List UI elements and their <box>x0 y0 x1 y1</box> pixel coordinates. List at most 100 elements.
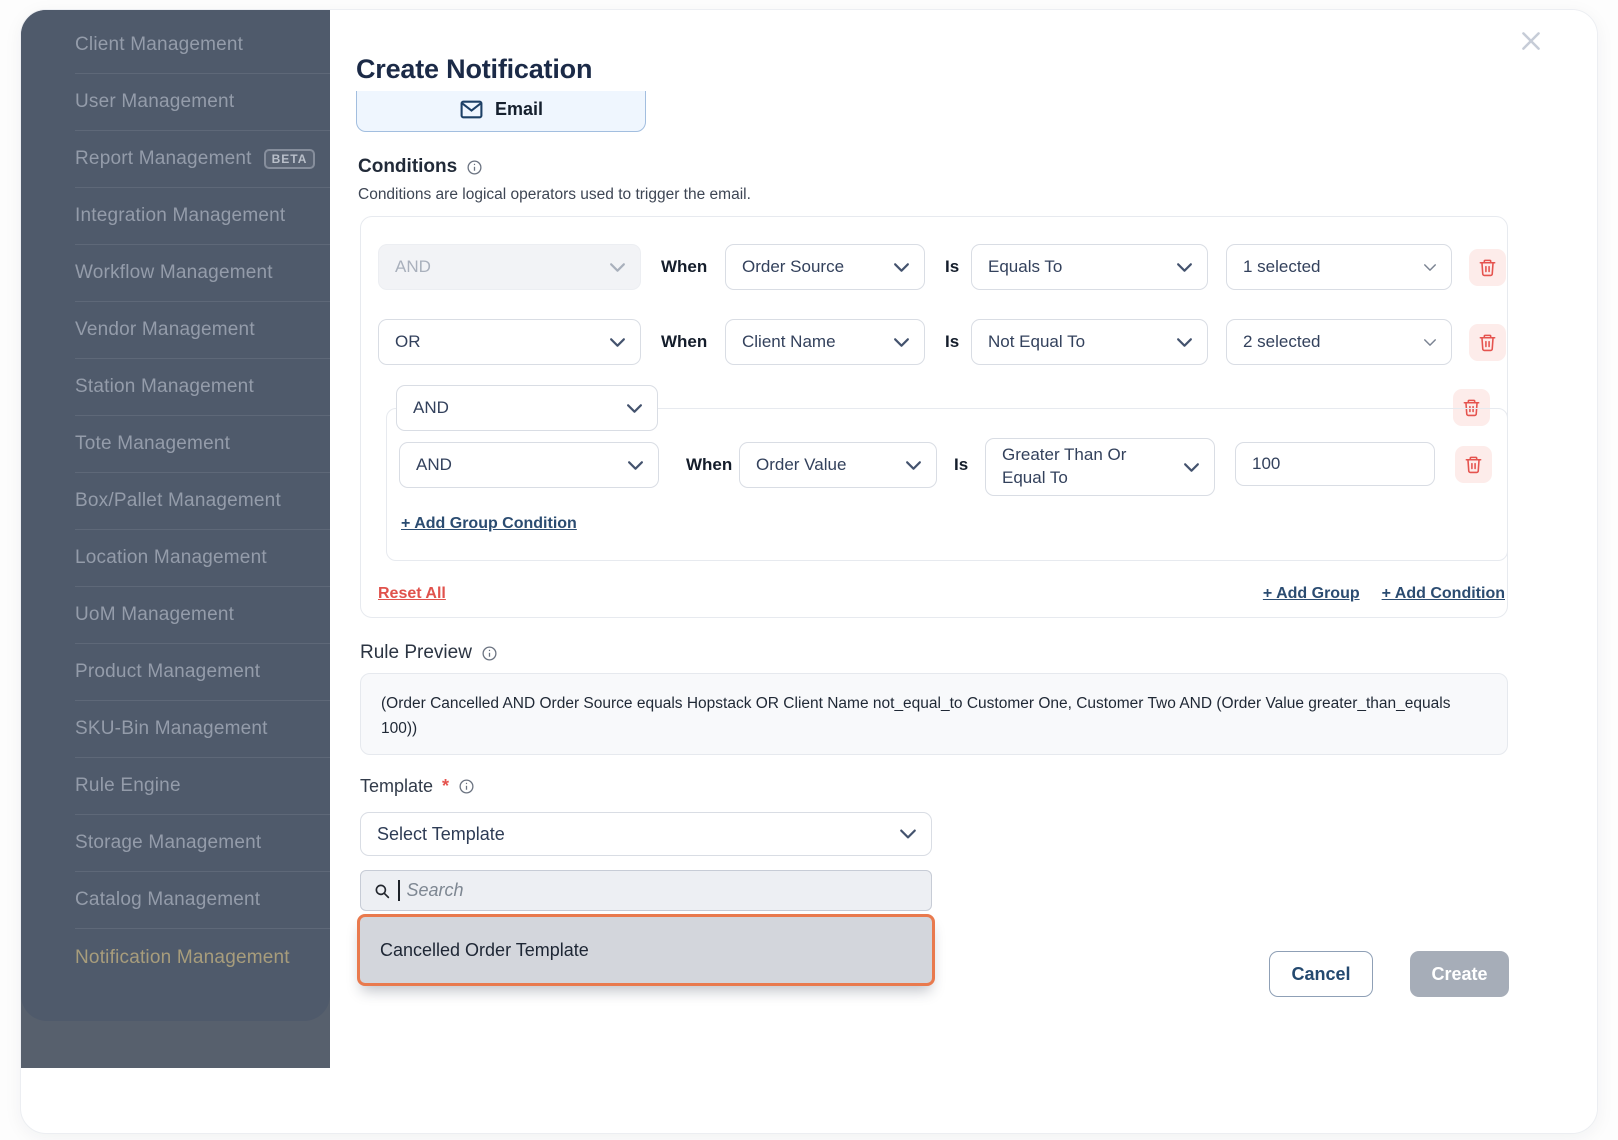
email-channel-button[interactable]: Email <box>356 91 646 132</box>
sidebar-item-storage-management[interactable]: Storage Management <box>75 815 330 872</box>
envelope-icon <box>459 97 484 122</box>
rule-preview-text: (Order Cancelled AND Order Source equals… <box>360 673 1508 755</box>
close-icon[interactable] <box>1516 26 1546 56</box>
template-label: Template * <box>360 776 475 797</box>
when-label: When <box>661 257 708 276</box>
logic-operator-select[interactable]: AND <box>378 244 641 290</box>
chevron-down-icon <box>905 460 922 471</box>
sidebar-item-rule-engine[interactable]: Rule Engine <box>75 758 330 815</box>
create-button[interactable]: Create <box>1410 951 1509 997</box>
sidebar-item-box-pallet-management[interactable]: Box/Pallet Management <box>75 473 330 530</box>
sidebar: Client Management User Management Report… <box>21 10 330 1021</box>
template-select-value: Select Template <box>377 823 505 844</box>
comparator-value: Equals To <box>988 257 1063 276</box>
conditions-description: Conditions are logical operators used to… <box>358 186 751 203</box>
sidebar-item-label: Workflow Management <box>75 262 273 283</box>
info-icon <box>459 779 474 794</box>
sidebar-item-user-management[interactable]: User Management <box>75 74 330 131</box>
sidebar-item-vendor-management[interactable]: Vendor Management <box>75 302 330 359</box>
logic-operator-select[interactable]: OR <box>378 319 641 365</box>
template-select[interactable]: Select Template <box>360 812 932 856</box>
chevron-down-icon <box>893 262 910 273</box>
screenshot-root: Client Management User Management Report… <box>0 0 1618 1140</box>
sidebar-item-integration-management[interactable]: Integration Management <box>75 188 330 245</box>
chevron-down-icon <box>627 460 644 471</box>
sidebar-item-label: Storage Management <box>75 832 262 853</box>
search-icon <box>375 884 390 898</box>
sidebar-item-label: Report Management <box>75 148 252 169</box>
add-group-link[interactable]: + Add Group <box>1263 585 1360 603</box>
sidebar-item-label: Tote Management <box>75 433 231 454</box>
sidebar-item-label: Location Management <box>75 547 267 568</box>
field-value: Order Source <box>742 257 845 276</box>
comparator-select[interactable]: Not Equal To <box>971 319 1208 365</box>
field-select[interactable]: Order Value <box>739 442 937 488</box>
logic-operator-select[interactable]: AND <box>399 442 659 488</box>
rule-preview-label: Rule Preview <box>360 642 498 664</box>
conditions-label-text: Conditions <box>358 156 458 177</box>
info-icon <box>482 645 497 661</box>
sidebar-item-workflow-management[interactable]: Workflow Management <box>75 245 330 302</box>
sidebar-item-label: Rule Engine <box>75 775 181 796</box>
value-text: 1 selected <box>1243 257 1321 276</box>
beta-badge: BETA <box>263 149 316 169</box>
sidebar-item-label: Notification Management <box>75 946 290 968</box>
rule-preview-label-text: Rule Preview <box>360 642 472 663</box>
chevron-down-icon <box>899 828 917 840</box>
conditions-builder: AND When Order Source Is Equals To 1 sel… <box>360 216 1508 618</box>
template-search <box>360 870 932 911</box>
value-input[interactable] <box>1235 442 1435 486</box>
when-label: When <box>661 332 708 351</box>
delete-condition-button[interactable] <box>1469 249 1506 286</box>
value-text: 2 selected <box>1243 332 1321 351</box>
group-operator-value: AND <box>413 398 449 417</box>
chevron-down-icon <box>609 337 626 348</box>
add-condition-link[interactable]: + Add Condition <box>1382 585 1505 603</box>
field-value: Client Name <box>742 332 836 351</box>
delete-condition-button[interactable] <box>1455 446 1492 483</box>
sidebar-item-tote-management[interactable]: Tote Management <box>75 416 330 473</box>
comparator-value: Not Equal To <box>988 332 1086 351</box>
sidebar-item-report-management[interactable]: Report Management BETA <box>75 131 330 188</box>
sidebar-item-label: User Management <box>75 91 235 112</box>
sidebar-item-client-management[interactable]: Client Management <box>75 17 330 74</box>
sidebar-item-notification-management[interactable]: Notification Management <box>75 929 330 986</box>
text-cursor <box>398 880 400 901</box>
comparator-select[interactable]: Greater Than Or Equal To <box>985 438 1215 496</box>
group-logic-operator-select[interactable]: AND <box>396 385 658 431</box>
sidebar-item-product-management[interactable]: Product Management <box>75 644 330 701</box>
required-asterisk: * <box>442 776 450 796</box>
chevron-down-icon <box>893 337 910 348</box>
sidebar-item-uom-management[interactable]: UoM Management <box>75 587 330 644</box>
logic-operator-value: AND <box>395 257 431 276</box>
is-label: Is <box>945 257 960 276</box>
delete-condition-button[interactable] <box>1469 324 1506 361</box>
template-option-cancelled-order[interactable]: Cancelled Order Template <box>357 914 935 986</box>
reset-all-link[interactable]: Reset All <box>378 585 446 603</box>
sidebar-item-station-management[interactable]: Station Management <box>75 359 330 416</box>
field-select[interactable]: Client Name <box>725 319 925 365</box>
value-multiselect[interactable]: 1 selected <box>1226 244 1452 290</box>
sidebar-item-catalog-management[interactable]: Catalog Management <box>75 872 330 929</box>
field-select[interactable]: Order Source <box>725 244 925 290</box>
logic-operator-value: AND <box>416 455 452 474</box>
chevron-down-icon <box>1176 337 1193 348</box>
sidebar-item-label: Catalog Management <box>75 889 261 910</box>
when-label: When <box>686 455 733 474</box>
channel-chip-wrap: Email <box>356 91 646 132</box>
chevron-down-icon <box>1423 337 1437 348</box>
sidebar-item-location-management[interactable]: Location Management <box>75 530 330 587</box>
cancel-button[interactable]: Cancel <box>1269 951 1373 997</box>
email-channel-label: Email <box>494 98 544 119</box>
trash-icon <box>1479 334 1496 352</box>
sidebar-item-label: Station Management <box>75 376 254 397</box>
search-input[interactable] <box>406 880 931 901</box>
chevron-down-icon <box>1176 262 1193 273</box>
sidebar-item-sku-bin-management[interactable]: SKU-Bin Management <box>75 701 330 758</box>
comparator-select[interactable]: Equals To <box>971 244 1208 290</box>
add-group-condition-link[interactable]: + Add Group Condition <box>401 515 577 533</box>
value-multiselect[interactable]: 2 selected <box>1226 319 1452 365</box>
is-label: Is <box>954 455 969 474</box>
trash-icon <box>1479 259 1496 277</box>
field-value: Order Value <box>756 455 847 474</box>
